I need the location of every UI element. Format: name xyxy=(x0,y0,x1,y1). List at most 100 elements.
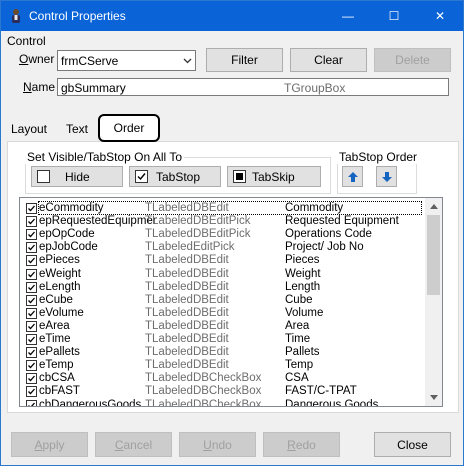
redo-button-label: Redo xyxy=(287,438,316,452)
redo-button[interactable]: Redo xyxy=(263,432,340,457)
list-item-name: eCommodity xyxy=(39,202,104,214)
controls-list[interactable]: eCommodity TLabeledDBEdit Commodity epReque… xyxy=(19,197,443,407)
clear-button-label: Clear xyxy=(314,53,343,67)
list-item-checkbox[interactable] xyxy=(26,203,37,214)
list-item-checkbox[interactable] xyxy=(26,255,37,267)
list-item[interactable]: eTemp TLabeledDBEdit Temp xyxy=(20,359,424,373)
list-item-checkbox[interactable] xyxy=(26,334,37,345)
list-item[interactable]: cbFAST TLabeledDBCheckBox FAST/C-TPAT xyxy=(20,385,424,399)
undo-button[interactable]: Undo xyxy=(179,432,256,457)
scroll-thumb[interactable] xyxy=(427,215,440,295)
list-item-checkbox[interactable] xyxy=(26,242,37,254)
tabstop-order-group-title: TabStop Order xyxy=(337,150,420,164)
visible-tabstop-group-title: Set Visible/TabStop On All To xyxy=(25,150,184,164)
list-item-type: TLabeledDBEdit xyxy=(145,359,229,372)
list-item[interactable]: eVolume TLabeledDBEdit Volume xyxy=(20,306,424,321)
list-item[interactable]: eLength TLabeledDBEdit Length xyxy=(20,280,424,295)
hide-toggle[interactable]: Hide xyxy=(31,166,123,187)
list-item-caption: Weight xyxy=(285,267,321,280)
tabstop-toggle[interactable]: TabStop xyxy=(129,166,221,187)
list-item-caption: FAST/C-TPAT xyxy=(285,385,357,398)
apply-accel: A xyxy=(34,437,43,452)
cancel-rest: ancel xyxy=(123,437,153,452)
name-label-accel: N xyxy=(23,80,32,94)
list-item-checkbox[interactable] xyxy=(26,360,37,372)
apply-button[interactable]: Apply xyxy=(11,432,88,457)
list-item-checkbox[interactable] xyxy=(26,347,37,359)
owner-select[interactable]: frmCServe xyxy=(57,50,196,71)
list-item-name: eTemp xyxy=(39,359,74,372)
list-item-checkbox[interactable] xyxy=(26,373,37,385)
name-field[interactable]: gbSummary TGroupBox xyxy=(57,78,449,96)
list-item[interactable]: eWeight TLabeledDBEdit Weight xyxy=(20,267,424,282)
tabskip-toggle[interactable]: TabSkip xyxy=(227,166,321,187)
list-item-checkbox[interactable] xyxy=(26,268,37,280)
list-item-checkbox[interactable] xyxy=(26,386,37,398)
list-item[interactable]: eCube TLabeledDBEdit Cube xyxy=(20,294,424,308)
filter-button[interactable]: Filter xyxy=(206,48,283,72)
apply-rest: pply xyxy=(42,437,65,452)
close-window-button[interactable]: ✕ xyxy=(417,1,463,31)
tab-text[interactable]: Text xyxy=(59,118,95,140)
vertical-scrollbar[interactable] xyxy=(425,198,442,406)
list-item-checkbox[interactable] xyxy=(26,320,37,332)
list-item-checkbox[interactable] xyxy=(26,294,37,306)
list-item[interactable]: epRequestedEquipment TLabeledDBEditPick Re… xyxy=(20,215,424,229)
maximize-button[interactable]: ☐ xyxy=(371,1,417,31)
check-icon xyxy=(28,284,35,291)
owner-label-accel: O xyxy=(19,52,29,66)
list-item-type: TLabeledDBEdit xyxy=(145,346,229,359)
name-field-value: gbSummary xyxy=(61,81,126,95)
check-icon xyxy=(28,244,35,251)
list-item-name: epRequestedEquipment xyxy=(39,215,157,228)
move-down-button[interactable] xyxy=(376,166,397,187)
tab-order[interactable]: Order xyxy=(98,114,160,142)
list-item[interactable]: epJobCode TLabeledEditPick Project/ Job No xyxy=(20,241,424,255)
delete-button[interactable]: Delete xyxy=(374,48,451,72)
clear-button[interactable]: Clear xyxy=(290,48,367,72)
tabskip-checkbox xyxy=(233,170,246,183)
list-item-name: cbDangerousGoods xyxy=(39,398,142,407)
list-item[interactable]: eCommodity TLabeledDBEdit Commodity xyxy=(20,201,424,216)
check-icon xyxy=(28,310,35,317)
scroll-up-button[interactable] xyxy=(425,198,442,215)
scroll-down-button[interactable] xyxy=(425,389,442,406)
list-item-checkbox[interactable] xyxy=(26,281,37,293)
list-item-caption: Volume xyxy=(285,306,324,319)
list-item-caption: Operations Code xyxy=(285,228,372,241)
list-item-type: TLabeledDBEdit xyxy=(145,333,229,345)
list-item-name: eTime xyxy=(39,333,71,345)
list-item-caption: Time xyxy=(285,333,311,345)
control-properties-window: Control Properties — ☐ ✕ Control Owner f… xyxy=(0,0,464,466)
list-item-checkbox[interactable] xyxy=(26,399,37,406)
list-item-name: cbCSA xyxy=(39,372,75,385)
tabskip-toggle-label: TabSkip xyxy=(252,170,295,184)
move-up-button[interactable] xyxy=(342,166,363,187)
cancel-button-label: Cancel xyxy=(115,438,152,452)
cancel-button[interactable]: Cancel xyxy=(95,432,172,457)
list-item-caption: Area xyxy=(285,319,310,332)
list-item[interactable]: eArea TLabeledDBEdit Area xyxy=(20,319,424,334)
list-item-caption: Commodity xyxy=(285,202,344,214)
list-item-type: TLabeledEditPick xyxy=(145,241,235,254)
list-item[interactable]: cbDangerousGoods TLabeledDBCheckBox Danger… xyxy=(20,398,424,407)
indeterminate-square-icon xyxy=(236,173,243,180)
hide-toggle-label: Hide xyxy=(65,170,90,184)
list-item-checkbox[interactable] xyxy=(26,229,37,241)
minimize-button[interactable]: — xyxy=(325,1,371,31)
list-item-checkbox[interactable] xyxy=(26,307,37,319)
tab-layout[interactable]: Layout xyxy=(7,118,51,140)
list-item-caption: Temp xyxy=(285,359,314,372)
title-bar[interactable]: Control Properties — ☐ ✕ xyxy=(1,1,463,31)
list-item[interactable]: epOpCode TLabeledDBEditPick Operations Cod… xyxy=(20,228,424,242)
list-item[interactable]: eTime TLabeledDBEdit Time xyxy=(20,333,424,347)
list-item-name: eLength xyxy=(39,280,81,293)
list-item-checkbox[interactable] xyxy=(26,216,37,228)
list-item[interactable]: ePallets TLabeledDBEdit Pallets xyxy=(20,346,424,360)
list-item-caption: Requested Equipment xyxy=(285,215,399,228)
close-button[interactable]: Close xyxy=(374,432,451,457)
check-icon xyxy=(28,388,35,395)
list-item[interactable]: cbCSA TLabeledDBCheckBox CSA xyxy=(20,372,424,386)
check-icon xyxy=(28,257,35,264)
list-item[interactable]: ePieces TLabeledDBEdit Pieces xyxy=(20,254,424,268)
